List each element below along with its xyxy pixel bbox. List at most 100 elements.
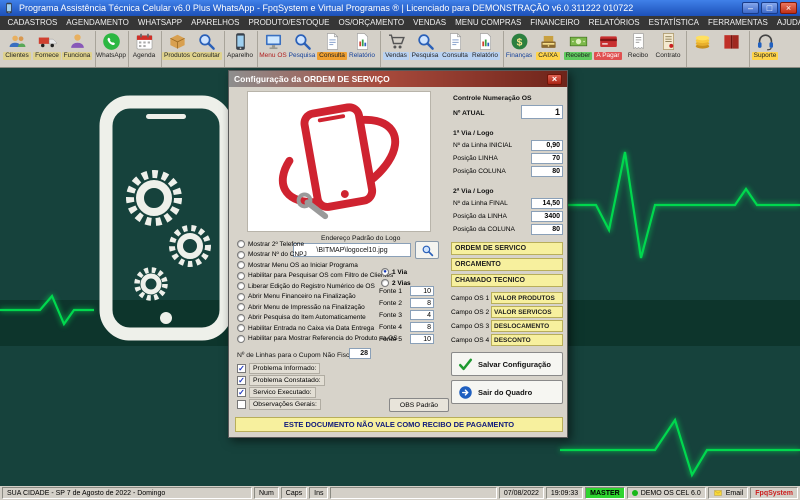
doc-title-input[interactable]: CHAMADO TECNICO [451, 274, 563, 287]
config-input[interactable]: 80 [531, 224, 563, 235]
config-input[interactable]: 80 [531, 166, 563, 177]
option-label: Abrir Menu de Impressão na Finalização [248, 303, 365, 311]
save-config-button[interactable]: Salvar Configuração [451, 352, 563, 376]
toolbar-button[interactable]: Consulta [440, 31, 470, 67]
menu-item[interactable]: MENU COMPRAS [451, 16, 526, 30]
campo-row: Campo OS 1 VALOR PRODUTOS [451, 292, 563, 304]
numbering-header: Controle Numeração OS [453, 95, 532, 102]
toolbar-button[interactable]: Consulta [317, 31, 347, 67]
checkbox-icon: ✓ [237, 388, 246, 397]
toolbar-button[interactable]: CAIXA [533, 31, 563, 67]
logo-search-button[interactable] [415, 241, 439, 259]
menu-item[interactable]: CADASTROS [3, 16, 62, 30]
via-radio[interactable]: ● 1 Via [381, 268, 411, 276]
toolbar-button[interactable]: Produtos [161, 31, 193, 67]
dialog-titlebar[interactable]: Configuração da ORDEM DE SERVIÇO × [229, 71, 567, 87]
fonte-input[interactable]: 10 [410, 334, 434, 344]
toolbar-button[interactable]: Agenda [128, 31, 158, 67]
toolbar-button[interactable] [686, 31, 716, 67]
campo-input[interactable]: VALOR SERVICOS [491, 306, 563, 318]
exit-button[interactable]: Sair do Quadro [451, 380, 563, 404]
toolbar-button-label: Recibo [627, 52, 649, 59]
os-config-checkbox[interactable]: ✓ Problema Constatado: [237, 375, 325, 386]
toolbar-button[interactable]: Pesquisa [287, 31, 317, 67]
toolbar-button[interactable]: Aparelho [224, 31, 254, 67]
os-config-option[interactable]: Habilitar para Pesquisar OS com Filtro d… [237, 271, 398, 280]
dialog-close-button[interactable]: × [547, 73, 562, 85]
config-input[interactable]: 3400 [531, 211, 563, 222]
toolbar-button[interactable]: Receber [563, 31, 593, 67]
toolbar-button[interactable]: Pesquisa [409, 31, 441, 67]
toolbar-button[interactable]: Fornece [32, 31, 62, 67]
menu-item[interactable]: FERRAMENTAS [704, 16, 773, 30]
doc-title-input[interactable]: ORDEM DE SERVICO [451, 242, 563, 255]
toolbar-button-icon [197, 32, 216, 51]
os-config-option[interactable]: Abrir Menu de Impressão na Finalização [237, 303, 398, 311]
menu-item[interactable]: AGENDAMENTO [62, 16, 134, 30]
toolbar-button[interactable]: Funciona [61, 31, 93, 67]
menu-item[interactable]: OS/ORÇAMENTO [334, 16, 409, 30]
os-config-option[interactable]: Mostrar 2º Telefone [237, 240, 398, 248]
toolbar-button[interactable] [716, 31, 746, 67]
toolbar-button-label: Aparelho [226, 52, 254, 59]
os-config-option[interactable]: Habilitar Entrada no Caixa via Data Entr… [237, 324, 398, 332]
menu-item[interactable]: FINANCEIRO [526, 16, 584, 30]
fonte-input[interactable]: 4 [410, 310, 434, 320]
toolbar-button-icon [693, 32, 712, 51]
status-email-button[interactable]: Email [707, 487, 749, 499]
obs-padrao-button[interactable]: OBS Padrão [389, 398, 449, 412]
os-config-option[interactable]: Liberar Edição do Registro Numérico de O… [237, 282, 398, 290]
toolbar-button[interactable]: A Pagar [593, 31, 623, 67]
fonte-input[interactable]: 10 [410, 286, 434, 296]
campo-input[interactable]: VALOR PRODUTOS [491, 292, 563, 304]
config-input[interactable]: 0,90 [531, 140, 563, 151]
maximize-button[interactable]: □ [761, 2, 778, 14]
campo-input[interactable]: DESCONTO [491, 334, 563, 346]
menu-item[interactable]: AJUDA [772, 16, 800, 30]
close-button[interactable]: × [780, 2, 797, 14]
toolbar-button[interactable]: Suporte [749, 31, 779, 67]
numero-atual-input[interactable]: 1 [521, 105, 563, 119]
menu-item[interactable]: RELATÓRIOS [584, 16, 644, 30]
menu-item[interactable]: WHATSAPP [133, 16, 186, 30]
toolbar-button[interactable]: Vendas [380, 31, 410, 67]
config-input[interactable]: 14,50 [531, 198, 563, 209]
toolbar-button[interactable]: Clientes [2, 31, 32, 67]
menu-item[interactable]: PRODUTO/ESTOQUE [244, 16, 334, 30]
toolbar-button[interactable]: Relatório [470, 31, 501, 67]
green-dot-icon [631, 490, 638, 496]
menu-bar: CADASTROS AGENDAMENTO WHATSAPP APARELHOS… [0, 16, 800, 30]
cupom-input[interactable]: 28 [349, 348, 371, 359]
config-input[interactable]: 70 [531, 153, 563, 164]
toolbar-button-label: Fornece [33, 52, 61, 60]
toolbar-button[interactable]: Consultar [190, 31, 222, 67]
menu-item[interactable]: ESTATÍSTICA [644, 16, 703, 30]
toolbar-button[interactable]: Relatório [347, 31, 377, 67]
toolbar-button[interactable]: Contrato [653, 31, 683, 67]
toolbar-button-label: WhatsApp [96, 52, 126, 59]
os-config-option[interactable]: Abrir Menu Financeiro na Finalização [237, 292, 398, 301]
cupom-label: Nº de Linhas para o Cupom Não Fiscal [237, 352, 355, 359]
menu-item[interactable]: VENDAS [409, 16, 451, 30]
menu-item[interactable]: APARELHOS [187, 16, 244, 30]
fonte-input[interactable]: 8 [410, 322, 434, 332]
application-window: Programa Assistência Técnica Celular v6.… [0, 0, 800, 500]
os-config-option[interactable]: Abrir Pesquisa do Item Automaticamente [237, 313, 398, 322]
minimize-button[interactable]: – [742, 2, 759, 14]
os-config-option[interactable]: Mostrar Nº do CNPJ [237, 250, 398, 259]
os-config-checkbox[interactable]: Observações Gerais: [237, 399, 325, 410]
fonte-input[interactable]: 8 [410, 298, 434, 308]
via-label: 1 Via [392, 268, 408, 276]
workspace: Configuração da ORDEM DE SERVIÇO × Ender… [0, 68, 800, 486]
os-config-checkbox[interactable]: ✓ Problema Informado: [237, 363, 325, 374]
os-config-option[interactable]: Habilitar para Mostrar Referencia do Pro… [237, 334, 398, 343]
toolbar-button[interactable]: $ Finanças [503, 31, 533, 67]
os-config-checkbox[interactable]: ✓ Servico Executado: [237, 387, 325, 398]
toolbar-button[interactable]: WhatsApp [95, 31, 126, 67]
os-config-option[interactable]: Mostrar Menu OS ao Iniciar Programa [237, 261, 398, 269]
toolbar-button[interactable]: Recibo [623, 31, 653, 67]
toolbar-button[interactable]: Menu OS [257, 31, 287, 67]
doc-title-input[interactable]: ORCAMENTO [451, 258, 563, 271]
exit-arrow-icon [458, 385, 473, 400]
campo-input[interactable]: DESLOCAMENTO [491, 320, 563, 332]
